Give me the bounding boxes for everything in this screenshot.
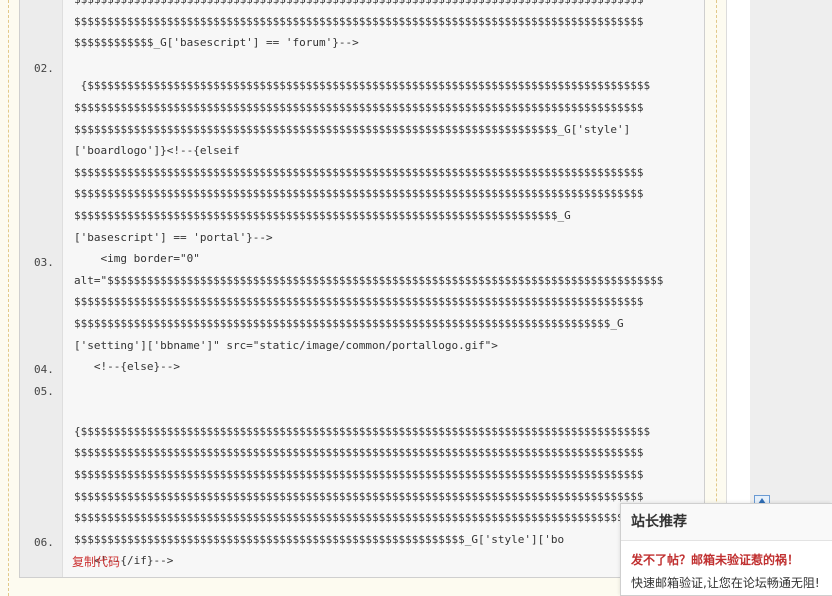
popup-recommend-link[interactable]: 发不了帖？邮箱未验证惹的祸！ [631,552,799,568]
left-margin [0,0,19,596]
line-number: 03. [34,256,54,269]
popup-description: 快速邮箱验证,让您在论坛畅通无阻! [631,576,820,590]
forum-page: 02. 03. 04. 05. 06. $$$$$$$$$$$$$$$$$$$$… [0,0,832,596]
code-text: $$$$$$$$$$$$$$$$$$$$$$$$$$$$$$$$$$$$$$$$… [74,0,664,568]
line-number: 06. [34,536,54,549]
line-number-gutter: 02. 03. 04. 05. 06. [20,0,63,577]
line-number: 05. [34,385,54,398]
popup-title: 站长推荐 [631,514,687,530]
line-number: 04. [34,363,54,376]
line-number: 02. [34,62,54,75]
code-block: 02. 03. 04. 05. 06. $$$$$$$$$$$$$$$$$$$$… [19,0,705,578]
left-dashed-divider [8,0,9,596]
copy-code-link[interactable]: 复制代码 [72,554,120,570]
popup-header: 站长推荐 [621,504,832,541]
recommend-popup: 站长推荐 发不了帖？邮箱未验证惹的祸！ 快速邮箱验证,让您在论坛畅通无阻! [620,503,832,596]
